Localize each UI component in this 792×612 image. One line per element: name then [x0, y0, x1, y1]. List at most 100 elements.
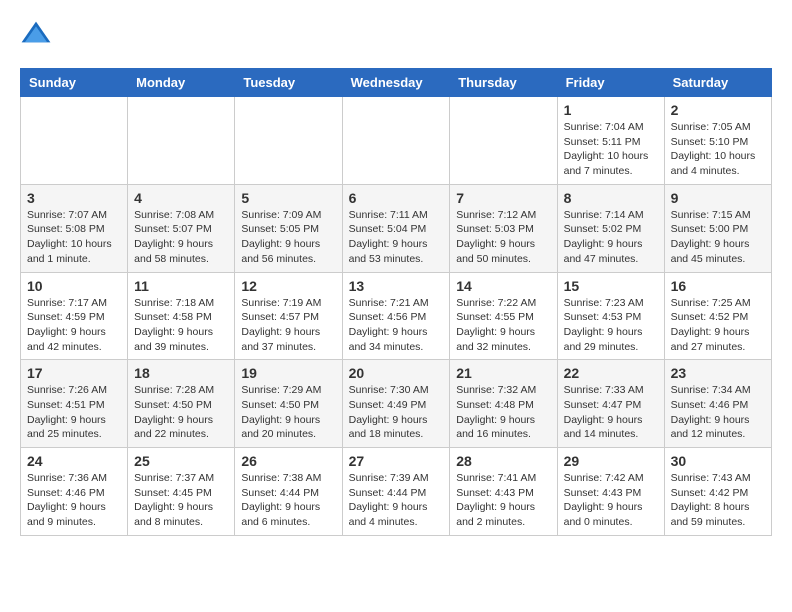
calendar-cell: 30 Sunrise: 7:43 AM Sunset: 4:42 PM Dayli… [664, 448, 771, 536]
day-info: Sunrise: 7:37 AM Sunset: 4:45 PM Dayligh… [134, 471, 228, 530]
calendar-cell: 7 Sunrise: 7:12 AM Sunset: 5:03 PM Daylig… [450, 184, 557, 272]
day-number: 29 [564, 453, 658, 469]
calendar-cell: 3 Sunrise: 7:07 AM Sunset: 5:08 PM Daylig… [21, 184, 128, 272]
day-info: Sunrise: 7:42 AM Sunset: 4:43 PM Dayligh… [564, 471, 658, 530]
calendar-cell [235, 97, 342, 185]
day-number: 30 [671, 453, 765, 469]
header-cell: Monday [128, 69, 235, 97]
day-number: 27 [349, 453, 444, 469]
day-number: 26 [241, 453, 335, 469]
day-number: 4 [134, 190, 228, 206]
day-info: Sunrise: 7:26 AM Sunset: 4:51 PM Dayligh… [27, 383, 121, 442]
day-info: Sunrise: 7:34 AM Sunset: 4:46 PM Dayligh… [671, 383, 765, 442]
day-info: Sunrise: 7:05 AM Sunset: 5:10 PM Dayligh… [671, 120, 765, 179]
day-number: 14 [456, 278, 550, 294]
day-number: 6 [349, 190, 444, 206]
calendar-cell: 22 Sunrise: 7:33 AM Sunset: 4:47 PM Dayli… [557, 360, 664, 448]
day-number: 12 [241, 278, 335, 294]
header-cell: Wednesday [342, 69, 450, 97]
day-number: 23 [671, 365, 765, 381]
day-info: Sunrise: 7:29 AM Sunset: 4:50 PM Dayligh… [241, 383, 335, 442]
day-info: Sunrise: 7:36 AM Sunset: 4:46 PM Dayligh… [27, 471, 121, 530]
calendar-cell: 13 Sunrise: 7:21 AM Sunset: 4:56 PM Dayli… [342, 272, 450, 360]
calendar-table: SundayMondayTuesdayWednesdayThursdayFrid… [20, 68, 772, 536]
calendar-cell: 24Sunrise: 7:36 AM Sunset: 4:46 PM Dayli… [21, 448, 128, 536]
calendar-row: 17 Sunrise: 7:26 AM Sunset: 4:51 PM Dayli… [21, 360, 772, 448]
calendar-cell: 15Sunrise: 7:23 AM Sunset: 4:53 PM Dayli… [557, 272, 664, 360]
day-number: 9 [671, 190, 765, 206]
day-number: 16 [671, 278, 765, 294]
day-info: Sunrise: 7:32 AM Sunset: 4:48 PM Dayligh… [456, 383, 550, 442]
day-number: 11 [134, 278, 228, 294]
day-number: 21 [456, 365, 550, 381]
day-info: Sunrise: 7:33 AM Sunset: 4:47 PM Dayligh… [564, 383, 658, 442]
calendar-cell: 8 Sunrise: 7:14 AM Sunset: 5:02 PM Daylig… [557, 184, 664, 272]
header-cell: Friday [557, 69, 664, 97]
day-info: Sunrise: 7:07 AM Sunset: 5:08 PM Dayligh… [27, 208, 121, 267]
day-info: Sunrise: 7:11 AM Sunset: 5:04 PM Dayligh… [349, 208, 444, 267]
day-info: Sunrise: 7:19 AM Sunset: 4:57 PM Dayligh… [241, 296, 335, 355]
day-info: Sunrise: 7:09 AM Sunset: 5:05 PM Dayligh… [241, 208, 335, 267]
calendar-cell: 1Sunrise: 7:04 AM Sunset: 5:11 PM Daylig… [557, 97, 664, 185]
logo [20, 20, 56, 52]
day-info: Sunrise: 7:14 AM Sunset: 5:02 PM Dayligh… [564, 208, 658, 267]
calendar-cell: 25 Sunrise: 7:37 AM Sunset: 4:45 PM Dayli… [128, 448, 235, 536]
day-info: Sunrise: 7:21 AM Sunset: 4:56 PM Dayligh… [349, 296, 444, 355]
day-number: 19 [241, 365, 335, 381]
calendar-cell: 20 Sunrise: 7:30 AM Sunset: 4:49 PM Dayli… [342, 360, 450, 448]
calendar-cell: 18 Sunrise: 7:28 AM Sunset: 4:50 PM Dayli… [128, 360, 235, 448]
day-info: Sunrise: 7:43 AM Sunset: 4:42 PM Dayligh… [671, 471, 765, 530]
day-info: Sunrise: 7:39 AM Sunset: 4:44 PM Dayligh… [349, 471, 444, 530]
calendar-cell: 17 Sunrise: 7:26 AM Sunset: 4:51 PM Dayli… [21, 360, 128, 448]
day-number: 20 [349, 365, 444, 381]
day-info: Sunrise: 7:15 AM Sunset: 5:00 PM Dayligh… [671, 208, 765, 267]
calendar-cell: 28Sunrise: 7:41 AM Sunset: 4:43 PM Dayli… [450, 448, 557, 536]
day-number: 1 [564, 102, 658, 118]
calendar-row: 24Sunrise: 7:36 AM Sunset: 4:46 PM Dayli… [21, 448, 772, 536]
calendar-cell: 23 Sunrise: 7:34 AM Sunset: 4:46 PM Dayli… [664, 360, 771, 448]
day-number: 25 [134, 453, 228, 469]
calendar-row: 1Sunrise: 7:04 AM Sunset: 5:11 PM Daylig… [21, 97, 772, 185]
header-cell: Thursday [450, 69, 557, 97]
calendar-cell: 4Sunrise: 7:08 AM Sunset: 5:07 PM Daylig… [128, 184, 235, 272]
calendar-cell [450, 97, 557, 185]
calendar-cell [128, 97, 235, 185]
day-number: 15 [564, 278, 658, 294]
header-cell: Tuesday [235, 69, 342, 97]
header-cell: Sunday [21, 69, 128, 97]
day-info: Sunrise: 7:12 AM Sunset: 5:03 PM Dayligh… [456, 208, 550, 267]
calendar-cell: 2 Sunrise: 7:05 AM Sunset: 5:10 PM Daylig… [664, 97, 771, 185]
calendar-row: 3 Sunrise: 7:07 AM Sunset: 5:08 PM Daylig… [21, 184, 772, 272]
day-number: 18 [134, 365, 228, 381]
day-info: Sunrise: 7:28 AM Sunset: 4:50 PM Dayligh… [134, 383, 228, 442]
day-info: Sunrise: 7:38 AM Sunset: 4:44 PM Dayligh… [241, 471, 335, 530]
page-header [20, 20, 772, 52]
header-cell: Saturday [664, 69, 771, 97]
day-info: Sunrise: 7:30 AM Sunset: 4:49 PM Dayligh… [349, 383, 444, 442]
calendar-cell: 16 Sunrise: 7:25 AM Sunset: 4:52 PM Dayli… [664, 272, 771, 360]
day-number: 7 [456, 190, 550, 206]
day-number: 17 [27, 365, 121, 381]
calendar-body: 1Sunrise: 7:04 AM Sunset: 5:11 PM Daylig… [21, 97, 772, 536]
calendar-cell: 6 Sunrise: 7:11 AM Sunset: 5:04 PM Daylig… [342, 184, 450, 272]
calendar-cell: 26 Sunrise: 7:38 AM Sunset: 4:44 PM Dayli… [235, 448, 342, 536]
calendar-cell: 27 Sunrise: 7:39 AM Sunset: 4:44 PM Dayli… [342, 448, 450, 536]
calendar-cell: 12 Sunrise: 7:19 AM Sunset: 4:57 PM Dayli… [235, 272, 342, 360]
day-number: 8 [564, 190, 658, 206]
calendar-cell: 9 Sunrise: 7:15 AM Sunset: 5:00 PM Daylig… [664, 184, 771, 272]
calendar-cell: 29 Sunrise: 7:42 AM Sunset: 4:43 PM Dayli… [557, 448, 664, 536]
day-number: 5 [241, 190, 335, 206]
calendar-cell: 10Sunrise: 7:17 AM Sunset: 4:59 PM Dayli… [21, 272, 128, 360]
calendar-row: 10Sunrise: 7:17 AM Sunset: 4:59 PM Dayli… [21, 272, 772, 360]
day-number: 22 [564, 365, 658, 381]
day-number: 13 [349, 278, 444, 294]
calendar-cell [21, 97, 128, 185]
day-info: Sunrise: 7:22 AM Sunset: 4:55 PM Dayligh… [456, 296, 550, 355]
calendar-cell: 5 Sunrise: 7:09 AM Sunset: 5:05 PM Daylig… [235, 184, 342, 272]
day-number: 3 [27, 190, 121, 206]
day-info: Sunrise: 7:25 AM Sunset: 4:52 PM Dayligh… [671, 296, 765, 355]
calendar-cell: 11 Sunrise: 7:18 AM Sunset: 4:58 PM Dayli… [128, 272, 235, 360]
day-number: 28 [456, 453, 550, 469]
day-info: Sunrise: 7:18 AM Sunset: 4:58 PM Dayligh… [134, 296, 228, 355]
day-number: 2 [671, 102, 765, 118]
